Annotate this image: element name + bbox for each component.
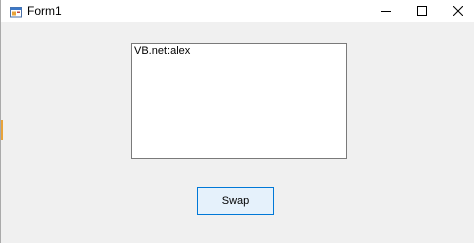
minimize-icon bbox=[381, 11, 391, 12]
title-bar[interactable]: Form1 bbox=[1, 0, 474, 22]
maximize-button[interactable] bbox=[404, 0, 440, 22]
minimize-button[interactable] bbox=[368, 0, 404, 22]
form-window: Form1 VB.net:alex Swap bbox=[0, 0, 474, 243]
window-edge-mark bbox=[1, 120, 3, 140]
app-icon[interactable] bbox=[10, 5, 22, 18]
output-textbox[interactable]: VB.net:alex bbox=[131, 43, 347, 159]
swap-button-label: Swap bbox=[221, 195, 250, 207]
close-button[interactable] bbox=[440, 0, 474, 22]
window-title: Form1 bbox=[27, 4, 62, 18]
close-icon bbox=[453, 6, 463, 16]
maximize-icon bbox=[417, 6, 427, 16]
textbox-content: VB.net:alex bbox=[134, 45, 191, 57]
swap-button[interactable]: Swap bbox=[197, 187, 274, 215]
